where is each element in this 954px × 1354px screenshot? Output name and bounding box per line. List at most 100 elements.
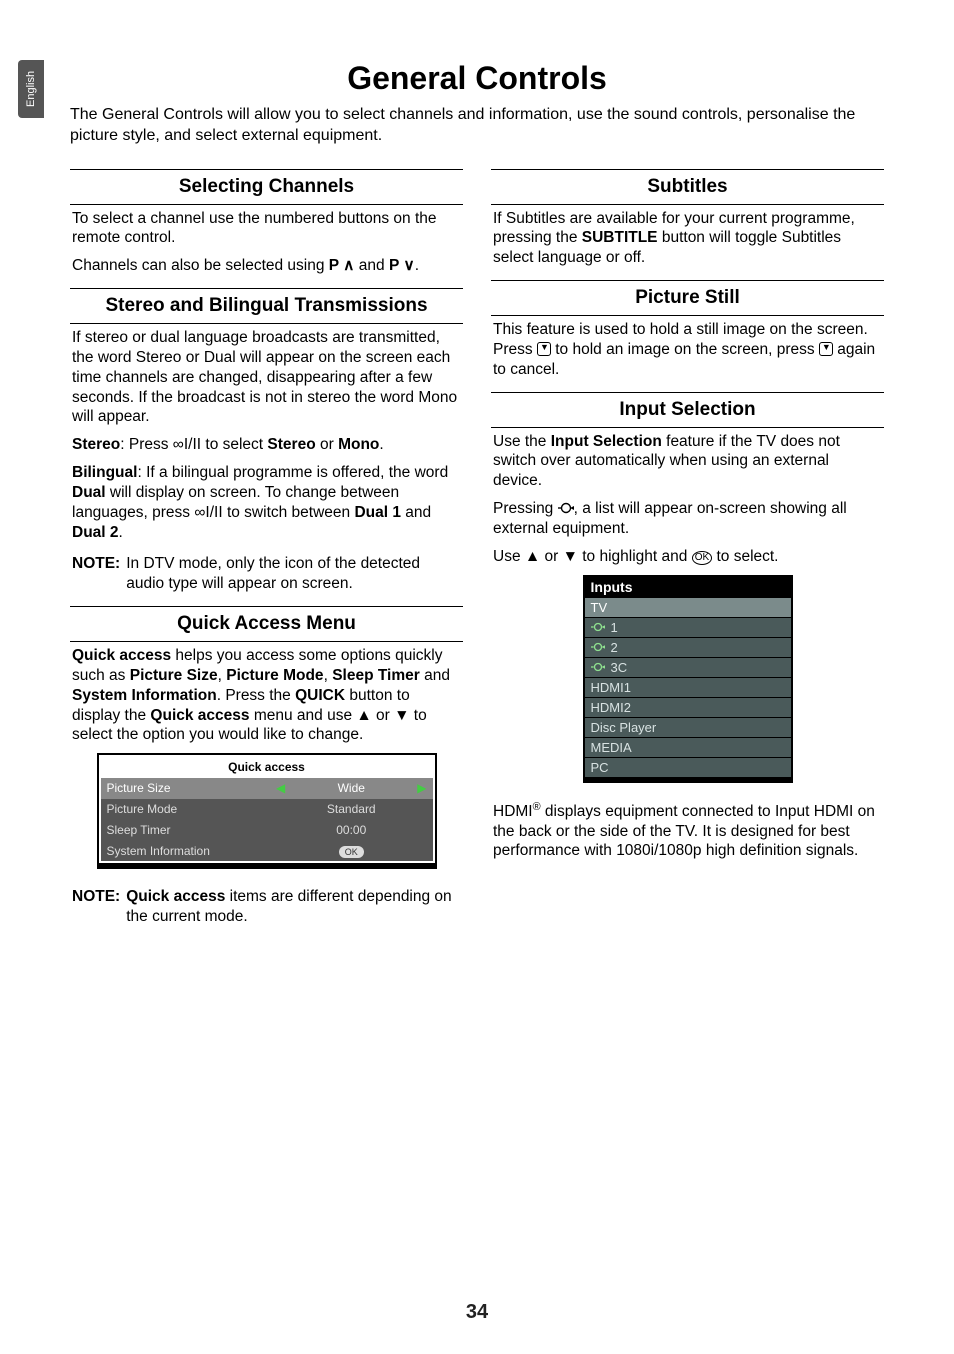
input-source-icon	[591, 640, 605, 654]
label-bilingual: Bilingual	[72, 464, 137, 481]
qa-bold: Quick access	[126, 888, 225, 905]
left-arrow-icon	[270, 820, 291, 841]
text: to hold an image on the screen, press	[551, 341, 819, 358]
word-dual2: Dual 2	[72, 524, 119, 541]
audio-mode-icon: ∞I/II	[173, 436, 201, 453]
ok-badge: OK	[339, 846, 364, 858]
text: Channels can also be selected using	[72, 257, 329, 274]
qa-row-value: Wide	[291, 778, 411, 799]
qa-menu-row[interactable]: Sleep Timer00:00	[101, 820, 433, 841]
text: .	[379, 436, 383, 453]
inputs-list-ui: Inputs TV 1 2 3C HDMI1 HDMI2 Disc Player MEDIA P…	[583, 575, 793, 783]
note-label: NOTE:	[72, 554, 120, 594]
inputs-row[interactable]: MEDIA	[585, 737, 791, 757]
qa-row-label: System Information	[101, 841, 271, 862]
hold-button-icon	[819, 342, 833, 356]
inputs-list-title: Inputs	[585, 577, 791, 597]
left-arrow-icon	[270, 841, 291, 862]
left-arrow-icon	[270, 799, 291, 820]
text: to select	[201, 436, 267, 453]
right-arrow-icon	[411, 799, 432, 820]
inputs-row-label: HDMI1	[591, 680, 631, 695]
ok-button-icon: OK	[692, 551, 712, 565]
manual-page: English General Controls The General Con…	[0, 0, 954, 1354]
hold-button-icon	[537, 342, 551, 356]
right-arrow-icon	[411, 841, 432, 862]
inputs-row[interactable]: HDMI2	[585, 697, 791, 717]
qa-bold: Quick access	[150, 707, 249, 724]
qa-menu-table: Picture Size◀Wide▶Picture ModeStandardSl…	[101, 778, 433, 861]
inputs-row[interactable]: HDMI1	[585, 677, 791, 697]
text: or	[316, 436, 338, 453]
text: ,	[218, 667, 227, 684]
quick-access-note: NOTE: Quick access items are different d…	[70, 883, 463, 927]
heading-stereo-bilingual: Stereo and Bilingual Transmissions	[70, 289, 463, 323]
inputs-row-label: HDMI2	[591, 700, 631, 715]
qa-bold: Sleep Timer	[332, 667, 420, 684]
text: to select.	[712, 548, 778, 565]
p-down-icon: P ∨	[389, 257, 415, 274]
inputs-row[interactable]: Disc Player	[585, 717, 791, 737]
left-column: Selecting Channels To select a channel u…	[70, 157, 463, 927]
page-number: 34	[0, 1301, 954, 1324]
text: : Press	[120, 436, 173, 453]
inputs-row[interactable]: 2	[585, 637, 791, 657]
qa-menu-row[interactable]: Picture Mode Standard	[101, 799, 433, 820]
stereo-p1: If stereo or dual language broadcasts ar…	[72, 328, 461, 427]
qa-menu-row[interactable]: Picture Size◀Wide▶	[101, 778, 433, 799]
selecting-channels-p2: Channels can also be selected using P ∧ …	[72, 256, 461, 276]
heading-subtitles: Subtitles	[491, 170, 884, 204]
text: and	[420, 667, 450, 684]
text: .	[119, 524, 123, 541]
section-stereo-bilingual: Stereo and Bilingual Transmissions If st…	[70, 288, 463, 594]
two-column-layout: Selecting Channels To select a channel u…	[70, 157, 884, 927]
inputs-row-label: MEDIA	[591, 740, 632, 755]
heading-quick-access: Quick Access Menu	[70, 607, 463, 641]
section-selecting-channels: Selecting Channels To select a channel u…	[70, 169, 463, 276]
language-tab: English	[18, 60, 44, 118]
selecting-channels-p1: To select a channel use the numbered but…	[72, 209, 461, 249]
text: and	[401, 504, 431, 521]
qa-bold: Quick access	[72, 647, 171, 664]
inputs-row[interactable]: 3C	[585, 657, 791, 677]
right-arrow-icon	[411, 820, 432, 841]
text: Use ▲ or ▼ to highlight and	[493, 548, 692, 565]
input-source-icon	[558, 500, 574, 517]
qa-bold: Picture Mode	[226, 667, 323, 684]
inputs-row-label: 2	[611, 640, 618, 655]
inputs-row-label: 3C	[611, 660, 628, 675]
quick-access-menu-ui: Quick access Picture Size◀Wide▶Picture M…	[97, 753, 437, 869]
note-text: In DTV mode, only the icon of the detect…	[126, 554, 461, 594]
p-up-icon: P ∧	[329, 257, 355, 274]
qa-bold: QUICK	[295, 687, 345, 704]
note-text: Quick access items are different dependi…	[126, 887, 461, 927]
qa-bold: System Information	[72, 687, 217, 704]
stereo-p3: Bilingual: If a bilingual programme is o…	[72, 463, 461, 542]
inputs-row[interactable]: PC	[585, 757, 791, 777]
text: and	[355, 257, 389, 274]
text: .	[415, 257, 419, 274]
inputs-row[interactable]: 1	[585, 617, 791, 637]
qa-row-value: Standard	[291, 799, 411, 820]
inputs-row-label: Disc Player	[591, 720, 657, 735]
qa-row-label: Picture Size	[101, 778, 271, 799]
heading-selecting-channels: Selecting Channels	[70, 170, 463, 204]
input-p2: Pressing , a list will appear on-screen …	[493, 499, 882, 539]
qa-row-value: OK	[291, 841, 411, 862]
word-dual: Dual	[72, 484, 106, 501]
heading-picture-still: Picture Still	[491, 281, 884, 315]
word-stereo: Stereo	[267, 436, 315, 453]
note-label: NOTE:	[72, 887, 120, 927]
quick-access-p: Quick access helps you access some optio…	[72, 646, 461, 745]
picture-still-p: This feature is used to hold a still ima…	[493, 320, 882, 379]
heading-input-selection: Input Selection	[491, 393, 884, 427]
section-quick-access: Quick Access Menu Quick access helps you…	[70, 606, 463, 927]
qa-row-label: Picture Mode	[101, 799, 271, 820]
left-arrow-icon: ◀	[270, 778, 291, 799]
inputs-row[interactable]: TV	[585, 597, 791, 617]
inputs-row-label: 1	[611, 620, 618, 635]
input-p1: Use the Input Selection feature if the T…	[493, 432, 882, 491]
right-arrow-icon: ▶	[411, 778, 432, 799]
qa-menu-row[interactable]: System Information OK	[101, 841, 433, 862]
input-source-icon	[591, 620, 605, 634]
